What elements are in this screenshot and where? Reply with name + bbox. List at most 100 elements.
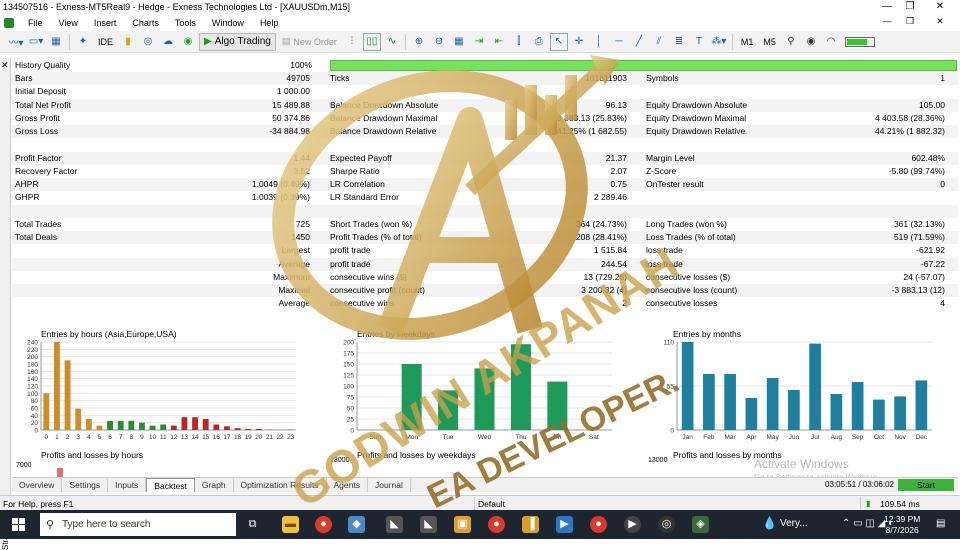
y-tick-label: 75: [347, 395, 355, 402]
report-cell-c3l: OnTester result: [646, 178, 826, 191]
tab-journal[interactable]: Journal: [368, 478, 411, 492]
toolbar-divider: [732, 34, 733, 50]
indicators-icon[interactable]: ⫿: [510, 33, 528, 51]
tester-close-button[interactable]: ✕: [1, 60, 9, 71]
app-icon-6[interactable]: ▶: [556, 516, 573, 533]
chart-type-icon[interactable]: 〰▾: [7, 33, 25, 51]
menu-view[interactable]: View: [51, 18, 86, 28]
file-explorer-icon[interactable]: ▬: [282, 516, 299, 533]
menu-help[interactable]: Help: [252, 18, 287, 28]
trendline-icon[interactable]: ╱: [630, 33, 648, 51]
market-icon[interactable]: ▮: [119, 33, 137, 51]
new-order-button[interactable]: ▤New Order: [278, 33, 341, 51]
mdi-close-button[interactable]: ✕: [933, 16, 947, 27]
timeframe-m5-button[interactable]: M5: [759, 33, 780, 51]
windows-start-icon[interactable]: [12, 518, 25, 531]
chart-bar: [235, 428, 241, 430]
media-player-icon[interactable]: ▶: [624, 516, 641, 533]
start-button[interactable]: Start: [898, 479, 954, 491]
app-icon-4[interactable]: ▣: [454, 516, 471, 533]
autoscroll-icon[interactable]: ⇥: [470, 33, 488, 51]
zoom-out-icon[interactable]: ⊖: [430, 33, 448, 51]
metatrader-icon[interactable]: ◈: [692, 516, 709, 533]
zoom-in-icon[interactable]: ⊕: [410, 33, 428, 51]
chart-bar: [809, 344, 821, 430]
app-icon-2[interactable]: ◣: [386, 516, 403, 533]
candles-icon[interactable]: ▯▯: [363, 33, 381, 51]
report-cell-c1v: Largest: [230, 244, 310, 257]
notification-icon[interactable]: ▤: [936, 518, 945, 529]
report-cell-c1v: 1.0039 (0.39%): [230, 191, 310, 204]
report-row: Gross Profit50 374.86Balance Drawdown Ma…: [12, 112, 958, 125]
profiles-icon[interactable]: ▦: [47, 33, 65, 51]
tab-optimization-results[interactable]: Optimization Results: [234, 478, 327, 492]
chart-shift-icon[interactable]: ⇤: [490, 33, 508, 51]
report-cell-c1l: Total Deals: [15, 231, 155, 244]
navigator-icon[interactable]: ✦: [74, 33, 92, 51]
chart-bar: [402, 364, 422, 430]
tab-inputs[interactable]: Inputs: [108, 478, 146, 492]
cloud-icon[interactable]: ☁: [159, 33, 177, 51]
app-icon-5[interactable]: ▐: [522, 516, 539, 533]
app-icon-1[interactable]: ◆: [348, 516, 365, 533]
crosshair-icon[interactable]: ✛: [570, 33, 588, 51]
ide-button[interactable]: IDE: [94, 33, 117, 51]
report-row: Bars49705Ticks161811903Symbols1: [12, 72, 958, 85]
signals-icon[interactable]: ◎: [139, 33, 157, 51]
close-button[interactable]: ✕: [933, 1, 947, 12]
task-view-icon[interactable]: ⧉: [244, 516, 261, 533]
vertical-line-icon[interactable]: │: [590, 33, 608, 51]
grid-icon[interactable]: ▦: [450, 33, 468, 51]
y-tick-label: 40: [31, 413, 39, 420]
tab-agents[interactable]: Agents: [327, 478, 368, 492]
cursor-icon[interactable]: ↖: [550, 33, 568, 51]
chrome-icon-2[interactable]: ●: [488, 516, 505, 533]
bar-chart-icon[interactable]: ⫶: [343, 33, 361, 51]
maximize-button[interactable]: ❐: [903, 1, 917, 12]
chrome-icon[interactable]: ●: [315, 516, 332, 533]
report-cell-c3l: consecutive losses ($): [646, 271, 826, 284]
weather-text[interactable]: Very...: [780, 518, 808, 529]
chart-bar: [474, 368, 494, 430]
app-icon-3[interactable]: ◣: [420, 516, 437, 533]
tab-backtest[interactable]: Backtest: [146, 478, 195, 492]
menu-window[interactable]: Window: [204, 18, 252, 28]
tab-graph[interactable]: Graph: [195, 478, 234, 492]
menu-file[interactable]: File: [20, 18, 51, 28]
report-cell-c2v: 244.54: [527, 258, 627, 271]
channel-icon[interactable]: ⫽: [650, 33, 668, 51]
mdi-restore-button[interactable]: ❐: [903, 16, 917, 27]
chart-bar: [224, 426, 230, 430]
screenshot-icon[interactable]: ⎙: [530, 33, 548, 51]
minimize-button[interactable]: —: [880, 1, 894, 12]
report-cell-c3l: Margin Level: [646, 152, 826, 165]
menu-charts[interactable]: Charts: [124, 18, 167, 28]
taskbar-clock[interactable]: 12:39 PM 8/7/2026: [884, 514, 920, 536]
mdi-minimize-button[interactable]: —: [880, 16, 894, 26]
templates-icon[interactable]: ▭▾: [27, 33, 45, 51]
shapes-icon[interactable]: ⁂▾: [710, 33, 728, 51]
x-tick-label: 0: [45, 434, 49, 441]
new-order-icon: ▤: [282, 36, 291, 47]
tab-overview[interactable]: Overview: [12, 478, 62, 492]
search-icon[interactable]: ⚲: [782, 33, 800, 51]
tab-settings[interactable]: Settings: [62, 478, 108, 492]
chart-bar: [256, 429, 262, 430]
app-icon-7[interactable]: ◎: [658, 516, 675, 533]
toolbar-divider: [69, 34, 70, 50]
fibonacci-icon[interactable]: ≣: [670, 33, 688, 51]
line-chart-icon[interactable]: ∿: [383, 33, 401, 51]
menu-tools[interactable]: Tools: [167, 18, 204, 28]
algo-trading-button[interactable]: ▶Algo Trading: [199, 33, 276, 51]
chrome-icon-3[interactable]: ●: [590, 516, 607, 533]
report-cell-c1l: Gross Profit: [15, 112, 155, 125]
vps-icon[interactable]: ◉: [179, 33, 197, 51]
x-tick-label: Wed: [478, 434, 492, 441]
report-cell-c3v: -67.22: [845, 258, 945, 271]
horizontal-line-icon[interactable]: ─: [610, 33, 628, 51]
text-icon[interactable]: T: [690, 33, 708, 51]
account-icon[interactable]: ◉: [802, 33, 820, 51]
taskbar-search-box[interactable]: ⚲Type here to search: [40, 513, 236, 536]
menu-insert[interactable]: Insert: [86, 18, 125, 28]
timeframe-m1-button[interactable]: M1: [737, 33, 758, 51]
